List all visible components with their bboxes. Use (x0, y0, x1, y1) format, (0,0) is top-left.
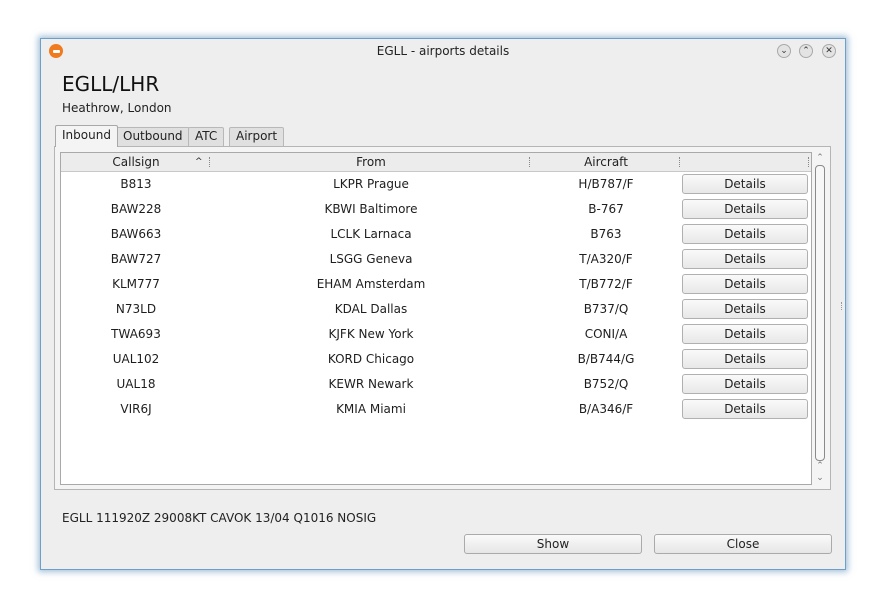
column-header-aircraft[interactable]: Aircraft (531, 153, 681, 171)
tab-airport-info[interactable]: Airport info (229, 127, 285, 160)
callsign-cell: BAW663 (110, 227, 162, 241)
table-row[interactable]: UAL18 KEWR Newark B752/Q Details (61, 372, 811, 397)
details-button[interactable]: Details (682, 324, 808, 344)
window-title: EGLL - airports details (376, 44, 510, 58)
callsign-cell: N73LD (115, 302, 157, 316)
minimize-button[interactable]: ⌄ (777, 44, 791, 58)
table-row[interactable]: BAW727 LSGG Geneva T/A320/F Details (61, 247, 811, 272)
sort-ascending-icon: ^ (195, 157, 203, 167)
show-button[interactable]: Show (464, 534, 642, 554)
resize-grip[interactable] (841, 302, 845, 310)
table-row[interactable]: BAW228 KBWI Baltimore B-767 Details (61, 197, 811, 222)
callsign-cell: BAW727 (110, 252, 162, 266)
from-cell: KEWR Newark (328, 377, 414, 391)
from-cell: KBWI Baltimore (324, 202, 418, 216)
from-cell: LCLK Larnaca (330, 227, 412, 241)
aircraft-cell: B/B744/G (577, 352, 635, 366)
metar-text: EGLL 111920Z 29008KT CAVOK 13/04 Q1016 N… (62, 511, 377, 525)
aircraft-cell: H/B787/F (578, 177, 634, 191)
aircraft-cell: T/A320/F (579, 252, 633, 266)
aircraft-cell: B752/Q (583, 377, 629, 391)
title-bar[interactable]: EGLL - airports details ⌄ ⌃ ✕ (41, 39, 845, 63)
table-row[interactable]: KLM777 EHAM Amsterdam T/B772/F Details (61, 272, 811, 297)
scroll-up-arrow-icon[interactable]: ⌃ (814, 152, 826, 164)
from-cell: LSGG Geneva (329, 252, 413, 266)
details-button[interactable]: Details (682, 224, 808, 244)
vertical-scrollbar[interactable]: ⌃ ⌃ ⌄ (814, 152, 826, 485)
inbound-panel: Callsign ^ From Aircraft B813 LKPR Pragu… (54, 146, 831, 490)
aircraft-cell: T/B772/F (579, 277, 633, 291)
scroll-up-arrow-icon[interactable]: ⌃ (814, 460, 826, 472)
airport-name: Heathrow, London (62, 101, 172, 115)
details-button[interactable]: Details (682, 299, 808, 319)
airport-code: EGLL/LHR (62, 72, 160, 96)
callsign-cell: UAL18 (116, 377, 156, 391)
column-header-from[interactable]: From (211, 153, 531, 171)
from-cell: EHAM Amsterdam (316, 277, 426, 291)
from-cell: KMIA Miami (336, 402, 406, 416)
from-cell: LKPR Prague (333, 177, 409, 191)
inbound-table: Callsign ^ From Aircraft B813 LKPR Pragu… (60, 152, 812, 485)
details-button[interactable]: Details (682, 274, 808, 294)
table-row[interactable]: TWA693 KJFK New York CONI/A Details (61, 322, 811, 347)
aircraft-cell: B/A346/F (578, 402, 634, 416)
column-header-callsign[interactable]: Callsign (61, 153, 211, 171)
airport-details-window: EGLL - airports details ⌄ ⌃ ✕ EGLL/LHR H… (40, 38, 846, 570)
aircraft-cell: B763 (590, 227, 622, 241)
table-row[interactable]: N73LD KDAL Dallas B737/Q Details (61, 297, 811, 322)
callsign-cell: TWA693 (111, 327, 161, 341)
table-row[interactable]: BAW663 LCLK Larnaca B763 Details (61, 222, 811, 247)
aircraft-cell: B737/Q (583, 302, 629, 316)
close-window-button[interactable]: ✕ (822, 44, 836, 58)
from-cell: KDAL Dallas (334, 302, 408, 316)
table-row[interactable]: VIR6J KMIA Miami B/A346/F Details (61, 397, 811, 422)
callsign-cell: KLM777 (112, 277, 160, 291)
scrollbar-thumb[interactable] (815, 165, 825, 461)
callsign-cell: UAL102 (112, 352, 160, 366)
details-button[interactable]: Details (682, 174, 808, 194)
column-separator[interactable] (808, 157, 811, 167)
callsign-cell: VIR6J (120, 402, 152, 416)
table-header: Callsign ^ From Aircraft (61, 153, 811, 172)
details-button[interactable]: Details (682, 349, 808, 369)
details-button[interactable]: Details (682, 199, 808, 219)
tab-inbound[interactable]: Inbound (55, 125, 118, 147)
maximize-button[interactable]: ⌃ (799, 44, 813, 58)
details-button[interactable]: Details (682, 399, 808, 419)
close-button[interactable]: Close (654, 534, 832, 554)
table-row[interactable]: UAL102 KORD Chicago B/B744/G Details (61, 347, 811, 372)
aircraft-cell: B-767 (588, 202, 624, 216)
callsign-cell: B813 (120, 177, 152, 191)
table-row[interactable]: B813 LKPR Prague H/B787/F Details (61, 172, 811, 197)
from-cell: KJFK New York (328, 327, 414, 341)
details-button[interactable]: Details (682, 249, 808, 269)
callsign-cell: BAW228 (110, 202, 162, 216)
scroll-down-arrow-icon[interactable]: ⌄ (814, 472, 826, 484)
tab-atc[interactable]: ATC (188, 127, 225, 146)
details-button[interactable]: Details (682, 374, 808, 394)
column-header-actions[interactable] (681, 153, 809, 171)
from-cell: KORD Chicago (327, 352, 415, 366)
tab-outbound[interactable]: Outbound (116, 127, 190, 146)
aircraft-cell: CONI/A (584, 327, 628, 341)
